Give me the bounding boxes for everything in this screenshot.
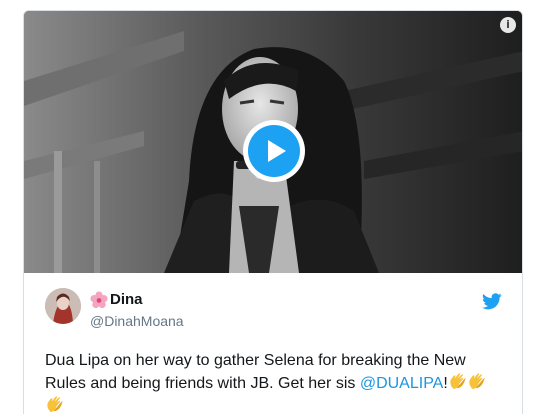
embedded-tweet-card: i Dina @DinahMoana Dua Lipa on her way t… [23, 10, 523, 414]
tweet-text: Dua Lipa on her way to gather Selena for… [45, 350, 505, 414]
author-block[interactable]: Dina @DinahMoana [90, 291, 184, 330]
clapping-hands-icon [450, 373, 466, 390]
author-handle[interactable]: @DinahMoana [90, 312, 184, 330]
avatar[interactable] [45, 288, 81, 324]
play-icon [248, 125, 300, 177]
display-name-text: Dina [110, 291, 143, 308]
clapping-hands-icon [469, 373, 485, 390]
author-display-name[interactable]: Dina [90, 291, 184, 309]
clapping-hands-icon [47, 396, 63, 413]
twitter-bird-icon[interactable] [482, 293, 502, 310]
cherry-blossom-icon [90, 291, 108, 309]
play-button[interactable] [243, 120, 305, 182]
info-icon[interactable]: i [500, 17, 516, 33]
mention-link[interactable]: @DUALIPA [360, 375, 444, 392]
video-thumbnail[interactable]: i [24, 11, 522, 273]
